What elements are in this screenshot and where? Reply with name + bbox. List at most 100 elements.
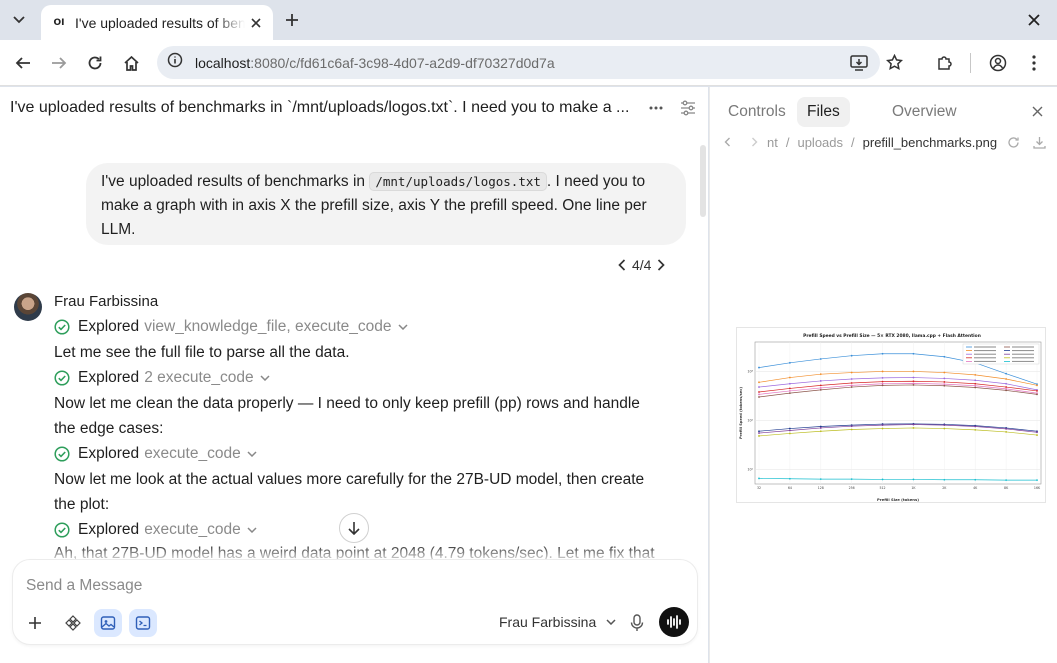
- extensions-puzzle-icon[interactable]: [933, 51, 957, 75]
- chart-data-point: [881, 424, 884, 427]
- forward-arrow-icon[interactable]: [47, 51, 71, 75]
- chart-data-point: [850, 354, 853, 357]
- previous-response-icon[interactable]: [618, 259, 626, 271]
- browser-tab-active[interactable]: OI I've uploaded results of benchmarks i…: [41, 5, 273, 40]
- check-circle-icon: [54, 446, 70, 462]
- controls-sliders-icon[interactable]: [678, 98, 698, 118]
- tab-controls[interactable]: Controls: [718, 97, 796, 127]
- chart-data-point: [943, 371, 946, 374]
- agent-message-1: Let me see the full file to parse all th…: [54, 344, 350, 361]
- tab-search-chevron-icon[interactable]: [8, 9, 30, 31]
- explored-step-1[interactable]: Explored view_knowledge_file, execute_co…: [54, 316, 408, 338]
- chart-data-point: [912, 376, 915, 379]
- chart-data-point: [1005, 431, 1008, 433]
- explored-step-3[interactable]: Explored execute_code: [54, 443, 257, 465]
- scroll-to-bottom-button[interactable]: [339, 513, 369, 543]
- back-chevron-icon[interactable]: [724, 137, 731, 147]
- reload-icon[interactable]: [83, 51, 107, 75]
- model-selector[interactable]: Frau Farbissina: [499, 614, 616, 630]
- chart-data-point: [881, 478, 884, 481]
- chart-legend-entry: [1012, 360, 1034, 362]
- chart-data-point: [974, 382, 977, 385]
- agent-message-3: Now let me look at the actual values mor…: [54, 471, 645, 488]
- new-tab-plus-icon[interactable]: [282, 10, 302, 30]
- chat-title[interactable]: I've uploaded results of benchmarks in `…: [10, 99, 640, 117]
- chart-data-point: [881, 380, 884, 383]
- agent-message-2b: the edge cases:: [54, 420, 164, 437]
- message-input[interactable]: Send a Message: [26, 577, 142, 595]
- step-detail: execute_code: [144, 445, 241, 462]
- window-close-icon[interactable]: [1024, 10, 1044, 30]
- browser-menu-icon[interactable]: [1022, 51, 1046, 75]
- chart-x-tick-label: 512: [880, 486, 886, 490]
- explored-step-4[interactable]: Explored execute_code: [54, 519, 257, 541]
- chart-data-point: [943, 424, 946, 427]
- more-options-icon[interactable]: [646, 98, 666, 118]
- refresh-icon[interactable]: [1005, 134, 1021, 150]
- chart-data-point: [850, 425, 853, 428]
- home-icon[interactable]: [119, 51, 143, 75]
- chart-data-point: [974, 386, 977, 389]
- breadcrumb-separator: /: [785, 134, 790, 150]
- chat-scrollbar[interactable]: [700, 145, 706, 217]
- address-bar[interactable]: localhost:8080/c/fd61c6af-3c98-4d07-a2d9…: [157, 46, 903, 79]
- chart-legend-entry: [974, 350, 996, 352]
- chart-data-point: [758, 435, 760, 437]
- chart-y-axis-label: Prefill Speed (tokens/sec): [739, 387, 743, 439]
- chart-data-point: [1005, 382, 1008, 385]
- chat-header: I've uploaded results of benchmarks in `…: [0, 87, 708, 129]
- agent-message-3b: the plot:: [54, 496, 110, 513]
- chart-x-tick-label: 2K: [942, 486, 947, 490]
- chart-data-point: [788, 477, 791, 480]
- chart-data-point: [788, 361, 791, 364]
- install-app-icon[interactable]: [850, 46, 868, 79]
- chart-data-point: [912, 384, 915, 386]
- chart-data-point: [943, 377, 946, 380]
- tab-close-icon[interactable]: [247, 14, 265, 32]
- chart-data-point: [1005, 427, 1008, 430]
- profile-avatar-icon[interactable]: [986, 51, 1010, 75]
- microphone-icon: [630, 614, 644, 631]
- site-info-icon[interactable]: [167, 52, 183, 73]
- chart-data-point: [819, 387, 822, 389]
- chevron-down-icon: [606, 619, 616, 625]
- browser-tabbar: OI I've uploaded results of benchmarks i…: [0, 0, 1057, 40]
- bookmark-star-icon[interactable]: [886, 46, 903, 79]
- next-response-icon[interactable]: [657, 259, 666, 271]
- panel-close-icon[interactable]: [1028, 102, 1046, 120]
- download-icon[interactable]: [1031, 134, 1047, 150]
- chart-data-point: [974, 428, 977, 431]
- chart-data-point: [1005, 386, 1008, 388]
- chart-data-point: [1036, 390, 1038, 392]
- chart-data-point: [912, 478, 915, 481]
- chart-data-point: [850, 478, 853, 480]
- chart-legend-entry: [974, 360, 996, 362]
- breadcrumb-current-file: prefill_benchmarks.png: [862, 134, 998, 150]
- tools-button[interactable]: [59, 609, 87, 637]
- breadcrumb-segment[interactable]: nt: [767, 135, 778, 150]
- chart-y-tick-label: 10²: [747, 418, 753, 422]
- back-arrow-icon[interactable]: [11, 51, 35, 75]
- chart-data-point: [788, 427, 791, 430]
- dictation-button[interactable]: [623, 609, 651, 637]
- tab-files[interactable]: Files: [797, 97, 850, 127]
- chart-data-point: [881, 427, 884, 430]
- chart-data-point: [850, 382, 853, 384]
- forward-chevron-icon[interactable]: [751, 137, 758, 147]
- image-generation-toggle[interactable]: [94, 609, 122, 637]
- chart-data-point: [943, 384, 946, 387]
- code-interpreter-toggle[interactable]: [129, 609, 157, 637]
- side-panel: Controls Files Overview nt / uploads / p…: [709, 87, 1057, 663]
- voice-mode-button[interactable]: [659, 607, 689, 637]
- chart-legend-entry: [1012, 357, 1034, 359]
- tab-overview[interactable]: Overview: [882, 97, 967, 127]
- chart-data-point: [758, 430, 760, 433]
- chart-data-point: [788, 382, 791, 385]
- chart-data-point: [1005, 372, 1008, 375]
- add-attachment-button[interactable]: [21, 609, 49, 637]
- agent-name: Frau Farbissina: [54, 293, 159, 310]
- check-circle-icon: [54, 319, 70, 335]
- chart-data-point: [881, 352, 884, 355]
- breadcrumb-segment[interactable]: uploads: [797, 135, 843, 150]
- explored-step-2[interactable]: Explored 2 execute_code: [54, 367, 270, 389]
